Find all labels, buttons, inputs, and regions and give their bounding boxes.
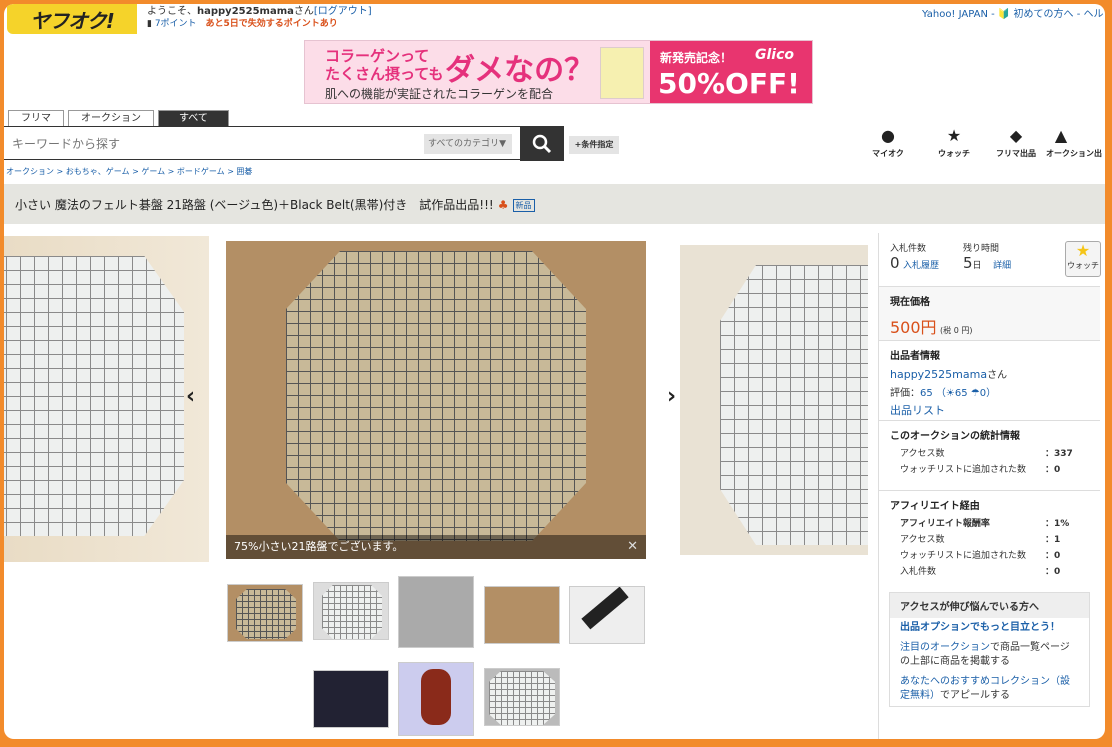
- product-box-image: [600, 47, 644, 99]
- star-icon: ★: [1075, 241, 1091, 260]
- points-link[interactable]: 7ポイント: [155, 19, 197, 29]
- thumbnail-3[interactable]: [398, 576, 474, 648]
- rating-link[interactable]: 65: [920, 388, 933, 399]
- category-select[interactable]: すべてのカテゴリ ▼: [424, 134, 512, 154]
- thumbnail-7[interactable]: [398, 662, 474, 736]
- search-icon: [532, 134, 552, 154]
- person-icon: ●: [881, 126, 895, 145]
- advanced-search-button[interactable]: +条件指定: [569, 136, 619, 154]
- thumbnail-1[interactable]: [227, 584, 303, 642]
- nav-auction-sell[interactable]: ▲ オークション出: [1046, 126, 1105, 159]
- new-badge: 新品: [512, 199, 535, 212]
- bid-count: 0: [890, 254, 900, 272]
- logout-link[interactable]: [ログアウト]: [314, 6, 372, 17]
- tab-all[interactable]: すべて: [158, 110, 229, 126]
- star-icon: ★: [946, 126, 962, 145]
- points-icon: ▮: [147, 19, 152, 29]
- nav-furima-sell[interactable]: ◆ フリマ出品: [984, 126, 1048, 159]
- nav-myauc[interactable]: ● マイオク: [856, 126, 920, 159]
- breadcrumb[interactable]: オークション > おもちゃ、ゲーム > ゲーム > ボードゲーム > 囲碁: [6, 166, 252, 177]
- current-price: 500円: [890, 318, 937, 337]
- access-tips-box: アクセスが伸び悩んでいる方へ 出品オプションでもっと目立とう！ 注目のオークショ…: [889, 592, 1090, 707]
- thumbnail-2[interactable]: [313, 582, 389, 640]
- time-left: 5: [963, 254, 973, 272]
- photo-caption: 75%小さい21路盤でございます。 ✕: [226, 535, 646, 559]
- bid-history-link[interactable]: 入札履歴: [903, 261, 939, 271]
- featured-auction-link[interactable]: 注目のオークション: [900, 642, 990, 653]
- gavel-icon: ▲: [1054, 126, 1068, 145]
- search-tabs: フリマ オークション すべて: [4, 110, 229, 126]
- top-links[interactable]: Yahoo! JAPAN - 🔰 初めての方へ - ヘル: [922, 5, 1104, 20]
- page-title: 小さい 魔法のフェルト碁盤 21路盤 (ベージュ色)＋Black Belt(黒帯…: [15, 198, 494, 212]
- auction-info-panel: 入札件数 0 入札履歴 残り時間 5日 詳細 ★ ウォッチ 現在価格 500円 (…: [878, 233, 1101, 739]
- welcome-text: ようこそ、happy2525mamaさん[ログアウト]: [147, 6, 372, 17]
- thumbnail-8[interactable]: [484, 668, 560, 726]
- tab-furima[interactable]: フリマ: [8, 110, 64, 126]
- listing-option-link[interactable]: 出品オプションでもっと目立とう！: [890, 618, 1089, 638]
- seller-link[interactable]: happy2525mama: [890, 368, 987, 381]
- page: ヤフオク! ようこそ、happy2525mamaさん[ログアウト] ▮ 7ポイン…: [4, 4, 1105, 739]
- time-detail-link[interactable]: 詳細: [993, 261, 1011, 271]
- thumbnail-5[interactable]: [569, 586, 645, 644]
- prev-photo[interactable]: [4, 236, 209, 562]
- tab-auction[interactable]: オークション: [68, 110, 154, 126]
- search-bar: すべてのカテゴリ▼: [4, 126, 564, 161]
- ad-banner[interactable]: コラーゲンって たくさん摂っても ダメなの？ 肌への機能が実証されたコラーゲンを配…: [304, 40, 813, 104]
- tag-icon: ◆: [1009, 126, 1023, 145]
- search-input[interactable]: [12, 135, 412, 153]
- close-icon[interactable]: ✕: [627, 535, 638, 559]
- search-button[interactable]: [520, 127, 564, 161]
- thumbnail-4[interactable]: [484, 586, 560, 644]
- points-expire-notice[interactable]: あと5日で失効するポイントあり: [205, 19, 337, 29]
- chevron-down-icon: ▼: [499, 139, 506, 149]
- nav-watch[interactable]: ★ ウォッチ: [922, 126, 986, 159]
- bell-icon: ♣: [497, 198, 509, 212]
- next-photo[interactable]: [680, 245, 868, 555]
- thumbnail-6[interactable]: [313, 670, 389, 728]
- title-bar: 小さい 魔法のフェルト碁盤 21路盤 (ベージュ色)＋Black Belt(黒帯…: [4, 184, 1105, 224]
- yahuoku-logo[interactable]: ヤフオク!: [7, 4, 137, 34]
- main-photo[interactable]: 75%小さい21路盤でございます。 ✕: [226, 241, 646, 559]
- next-arrow-icon[interactable]: ›: [667, 384, 676, 409]
- username: happy2525mama: [197, 6, 294, 17]
- prev-arrow-icon[interactable]: ‹: [186, 384, 195, 409]
- points-line: ▮ 7ポイント あと5日で失効するポイントあり: [147, 18, 338, 30]
- watch-button[interactable]: ★ ウォッチ: [1065, 241, 1101, 277]
- seller-listings-link[interactable]: 出品リスト: [890, 402, 1089, 418]
